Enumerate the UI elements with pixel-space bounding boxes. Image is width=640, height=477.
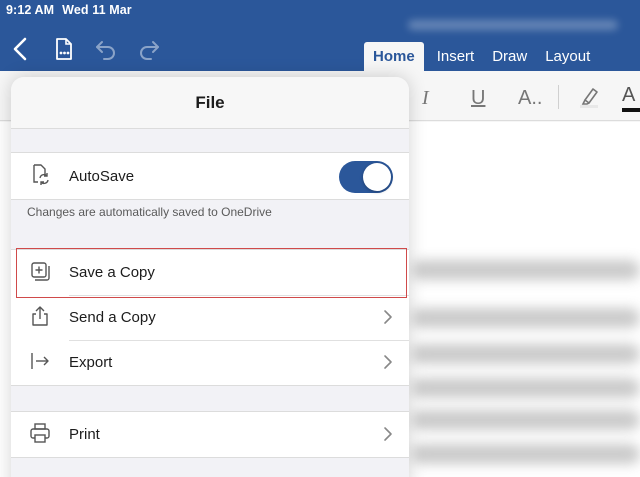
- highlighter-icon[interactable]: [576, 83, 602, 115]
- font-color-swatch: [622, 108, 640, 112]
- autosave-icon: [29, 163, 51, 185]
- document-text-line: [412, 260, 640, 280]
- export-icon: [29, 350, 51, 372]
- font-color-button[interactable]: A: [622, 84, 640, 114]
- chevron-right-icon: [383, 354, 393, 370]
- export-item[interactable]: Export: [11, 340, 409, 385]
- print-label: Print: [69, 426, 100, 443]
- status-date: Wed 11 Mar: [62, 3, 132, 17]
- save-a-copy-item[interactable]: Save a Copy: [11, 250, 409, 295]
- tab-insert[interactable]: Insert: [428, 42, 484, 71]
- autosave-row: AutoSave: [11, 153, 409, 199]
- print-group: Print: [11, 411, 409, 458]
- export-label: Export: [69, 354, 113, 371]
- document-text-line: [412, 344, 640, 364]
- tab-home[interactable]: Home: [364, 42, 424, 71]
- document-text-line: [412, 308, 640, 328]
- chevron-right-icon: [383, 309, 393, 325]
- document-title-blurred: [408, 20, 618, 30]
- autosave-toggle[interactable]: [339, 161, 393, 193]
- autosave-helper-text: Changes are automatically saved to OneDr…: [27, 205, 272, 219]
- printer-icon: [29, 422, 51, 444]
- print-item[interactable]: Print: [11, 412, 409, 457]
- back-chevron-icon[interactable]: [8, 36, 34, 62]
- title-bar: 9:12 AM Wed 11 Mar Home Insert Draw Layou…: [0, 0, 640, 71]
- font-size-button[interactable]: A..: [518, 87, 542, 110]
- status-time: 9:12 AM: [6, 3, 55, 17]
- file-panel-title: File: [11, 77, 409, 129]
- tab-layout[interactable]: Layout: [536, 42, 599, 71]
- document-text-line: [412, 378, 640, 398]
- file-panel: File AutoSave Changes are automatically …: [11, 77, 409, 477]
- send-a-copy-label: Send a Copy: [69, 309, 156, 326]
- tab-draw[interactable]: Draw: [483, 42, 536, 71]
- italic-button[interactable]: I: [422, 87, 429, 110]
- undo-icon[interactable]: [93, 36, 119, 62]
- underline-button[interactable]: U: [471, 87, 485, 110]
- chevron-right-icon: [383, 426, 393, 442]
- document-text-line: [412, 410, 640, 430]
- save-a-copy-label: Save a Copy: [69, 264, 155, 281]
- font-color-letter: A: [622, 84, 636, 106]
- save-copy-icon: [29, 260, 51, 282]
- share-icon: [29, 305, 51, 327]
- file-actions-group: Save a Copy Send a Copy Export: [11, 249, 409, 386]
- ribbon-tabs: Home Insert Draw Layout: [364, 42, 599, 71]
- status-bar: 9:12 AM Wed 11 Mar: [6, 3, 132, 17]
- document-text-line: [412, 444, 640, 464]
- autosave-group: AutoSave: [11, 152, 409, 200]
- file-menu-icon[interactable]: [51, 36, 77, 62]
- toggle-knob: [363, 163, 391, 191]
- ribbon-divider: [558, 85, 559, 109]
- redo-icon[interactable]: [136, 36, 162, 62]
- autosave-label: AutoSave: [69, 167, 135, 185]
- send-a-copy-item[interactable]: Send a Copy: [11, 295, 409, 340]
